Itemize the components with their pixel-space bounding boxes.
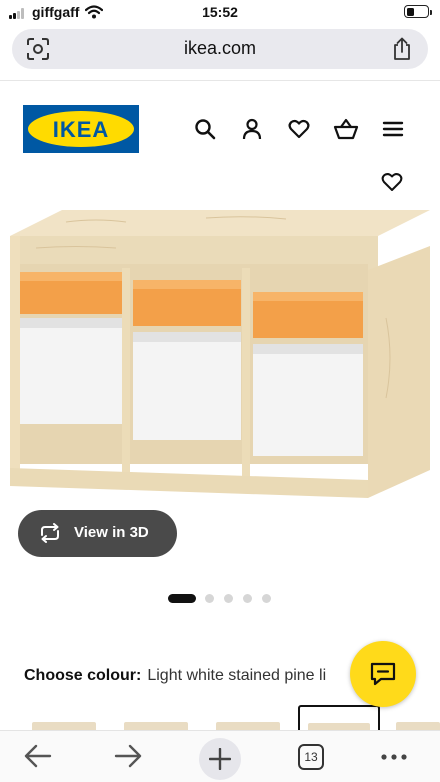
- search-icon[interactable]: [194, 118, 216, 140]
- url-text[interactable]: ikea.com: [12, 38, 428, 59]
- forward-arrow-icon[interactable]: [114, 743, 142, 769]
- carousel-dot[interactable]: [224, 594, 233, 603]
- tabs-button[interactable]: 13: [298, 744, 324, 770]
- colour-value: Light white stained pine li: [147, 667, 327, 684]
- back-arrow-icon[interactable]: [24, 743, 52, 769]
- product-image[interactable]: [6, 198, 434, 503]
- carousel-dot[interactable]: [243, 594, 252, 603]
- basket-icon[interactable]: [333, 118, 359, 140]
- colour-selector-label: Choose colour: Light white stained pine l…: [24, 667, 354, 691]
- rotate-3d-icon: [41, 523, 59, 543]
- heart-outline-icon[interactable]: [381, 172, 403, 192]
- battery-icon: [404, 5, 432, 18]
- carousel-dot-active[interactable]: [168, 594, 196, 603]
- chat-icon: [370, 662, 396, 686]
- chat-button[interactable]: [350, 641, 416, 707]
- new-tab-plus-icon: [209, 748, 231, 770]
- view-in-3d-label: View in 3D: [74, 524, 149, 541]
- user-icon[interactable]: [241, 118, 263, 140]
- carousel-dot[interactable]: [262, 594, 271, 603]
- view-in-3d-button[interactable]: View in 3D: [18, 510, 177, 557]
- logo-text: IKEA: [52, 117, 110, 142]
- ikea-logo[interactable]: IKEA: [23, 105, 139, 153]
- colour-label: Choose colour:: [24, 667, 142, 684]
- clock: 15:52: [202, 4, 238, 20]
- new-tab-button[interactable]: [199, 738, 241, 780]
- carousel-dot[interactable]: [205, 594, 214, 603]
- divider: [0, 80, 440, 81]
- heart-icon[interactable]: [288, 118, 310, 140]
- address-bar[interactable]: ikea.com: [12, 29, 428, 69]
- status-bar: giffgaff 15:52: [0, 0, 440, 26]
- share-icon[interactable]: [392, 37, 412, 61]
- menu-icon[interactable]: [382, 118, 404, 140]
- more-icon[interactable]: [380, 753, 408, 761]
- browser-toolbar: 13: [0, 730, 440, 782]
